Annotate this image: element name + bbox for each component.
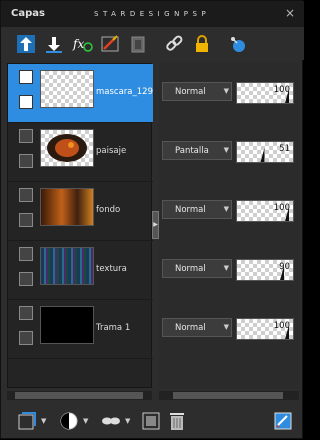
opacity-field[interactable]: 100 (236, 318, 294, 340)
dropdown-arrow-icon[interactable]: ▼ (125, 417, 130, 425)
eye-icon[interactable] (19, 95, 33, 109)
merge-layer-icon[interactable] (140, 410, 162, 432)
close-icon[interactable]: × (283, 6, 297, 20)
opacity-value: 90 (279, 262, 290, 272)
eye-icon[interactable] (19, 272, 33, 286)
blend-mode-select[interactable]: Normal ▼ (162, 318, 232, 337)
layer-type-icon (19, 306, 33, 320)
blend-mode-select[interactable]: Pantalla ▼ (162, 141, 232, 160)
layer-thumbnail (40, 70, 94, 108)
layer-mask-icon[interactable] (16, 410, 38, 432)
watermark-text: STARDESIGNPSP (94, 10, 211, 18)
layer-props-row: Normal ▼ 90 (159, 240, 299, 299)
dropdown-arrow-icon: ▼ (223, 146, 229, 154)
layer-name: textura (96, 264, 127, 274)
layer-props-row: Normal ▼ 100 (159, 63, 299, 122)
new-vector-layer-icon[interactable] (43, 33, 65, 55)
blend-mode-value: Normal (175, 264, 206, 274)
visibility-toggle-icon[interactable] (227, 33, 249, 55)
blend-mode-select[interactable]: Normal ▼ (162, 200, 232, 219)
blend-mode-select[interactable]: Normal ▼ (162, 259, 232, 278)
fx-effects-icon[interactable]: fx (71, 33, 93, 55)
layer-row-trama[interactable]: Trama 1 (8, 300, 153, 359)
layer-properties: Normal ▼ 100 Pantalla ▼ 51 Normal ▼ 100 Nor… (159, 63, 299, 388)
layers-hscroll[interactable] (7, 391, 152, 400)
scroll-thumb[interactable] (15, 392, 143, 399)
opacity-value: 100 (273, 85, 290, 95)
layer-props-row: Normal ▼ 100 (159, 181, 299, 240)
dropdown-arrow-icon: ▼ (223, 264, 229, 272)
layer-row-fondo[interactable]: fondo (8, 182, 153, 241)
eye-icon[interactable] (19, 331, 33, 345)
layer-type-icon (19, 129, 33, 143)
opacity-field[interactable]: 100 (236, 200, 294, 222)
dropdown-arrow-icon: ▼ (223, 87, 229, 95)
blend-mode-value: Normal (175, 323, 206, 333)
edit-layer-icon[interactable] (272, 410, 294, 432)
layer-type-icon (19, 247, 33, 261)
blend-mode-value: Normal (175, 205, 206, 215)
title-bar: Capas STARDESIGNPSP × (1, 1, 304, 27)
opacity-value: 51 (279, 144, 290, 154)
layer-props-row: Normal ▼ 100 (159, 299, 299, 358)
blend-mode-value: Normal (175, 87, 206, 97)
blend-mode-select[interactable]: Normal ▼ (162, 82, 232, 101)
link-icon[interactable] (163, 33, 185, 55)
dropdown-arrow-icon[interactable]: ▼ (41, 417, 46, 425)
layers-panel: Capas STARDESIGNPSP × fx mascara_129 pai… (0, 0, 304, 440)
blend-mode-value: Pantalla (175, 146, 209, 156)
dropdown-arrow-icon[interactable]: ▼ (83, 417, 88, 425)
eye-icon[interactable] (19, 154, 33, 168)
eye-icon[interactable] (19, 213, 33, 227)
opacity-field[interactable]: 90 (236, 259, 294, 281)
layer-list: mascara_129 paisaje fondo textura Trama … (7, 63, 153, 388)
layer-thumbnail (40, 247, 94, 285)
scroll-thumb[interactable] (173, 392, 283, 399)
mask-glasses-icon[interactable] (100, 410, 122, 432)
opacity-field[interactable]: 100 (236, 82, 294, 104)
lock-icon[interactable] (191, 33, 213, 55)
layers-toolbar: fx (1, 27, 304, 60)
layer-thumbnail (40, 306, 94, 344)
layer-name: paisaje (96, 146, 127, 156)
layer-thumbnail (40, 129, 94, 167)
panel-title: Capas (11, 8, 45, 19)
layer-type-icon (19, 70, 33, 84)
panel-splitter[interactable]: ▶ (152, 211, 159, 239)
props-hscroll[interactable] (159, 391, 299, 400)
svg-text:fx: fx (72, 37, 84, 51)
adjust-layer-icon[interactable] (58, 410, 80, 432)
opacity-field[interactable]: 51 (236, 141, 294, 163)
layer-thumbnail (40, 188, 94, 226)
layer-name: fondo (96, 205, 121, 215)
mask-icon[interactable] (127, 33, 149, 55)
layer-row-paisaje[interactable]: paisaje (8, 123, 153, 182)
dropdown-arrow-icon: ▼ (223, 323, 229, 331)
brush-layer-icon[interactable] (99, 33, 121, 55)
layer-row-textura[interactable]: textura (8, 241, 153, 300)
opacity-value: 100 (273, 203, 290, 213)
new-raster-layer-icon[interactable] (15, 33, 37, 55)
layer-props-row: Pantalla ▼ 51 (159, 122, 299, 181)
layer-name: mascara_129 (96, 87, 153, 97)
bottom-toolbar: ▼ ▼ ▼ (1, 404, 304, 440)
layer-name: Trama 1 (96, 323, 131, 333)
layer-row-mascara[interactable]: mascara_129 (8, 64, 153, 123)
opacity-value: 100 (273, 321, 290, 331)
dropdown-arrow-icon: ▼ (223, 205, 229, 213)
delete-icon[interactable] (166, 410, 188, 432)
layer-type-icon (19, 188, 33, 202)
